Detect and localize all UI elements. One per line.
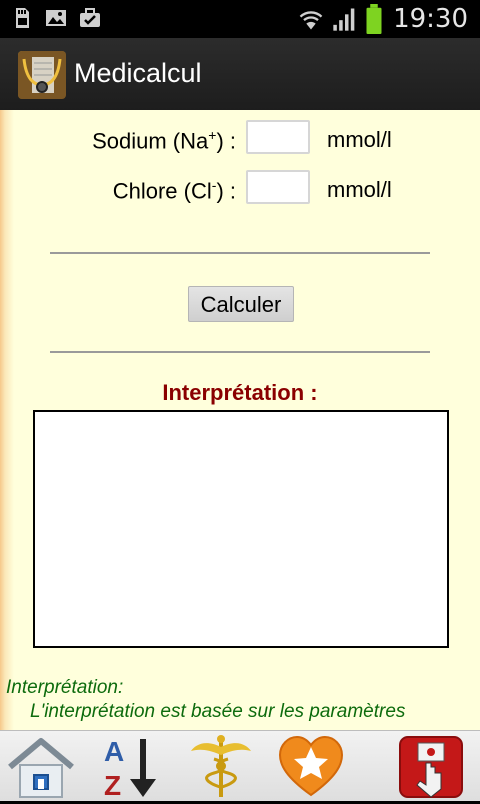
calculate-button[interactable]: Calculer [188,286,294,322]
sodium-input[interactable] [246,120,310,154]
stethoscope-logo-icon[interactable] [18,51,66,99]
chlore-input[interactable] [246,170,310,204]
svg-text:Z: Z [104,770,121,799]
interpretation-result-box [33,410,449,648]
sort-az-icon[interactable]: A Z [98,733,168,801]
sodium-label: Sodium (Na+) : [92,127,236,154]
divider-bottom [50,351,430,353]
note-text: L'interprétation est basée sur les param… [30,701,406,722]
clock: 19:30 [393,4,468,34]
app-title: Medicalcul [74,58,202,88]
divider-top [50,252,430,254]
home-icon[interactable] [6,733,76,799]
calculator-form: Sodium (Na+) : mmol/l Chlore (Cl-) : mmo… [0,110,480,730]
status-bar: 19:30 [0,0,480,38]
battery-icon [366,4,382,34]
chlore-unit: mmol/l [327,177,392,202]
wifi-icon [299,11,323,30]
sodium-unit: mmol/l [327,127,392,152]
exit-icon[interactable] [396,733,466,799]
svg-text:A: A [104,736,124,767]
image-icon [46,10,66,26]
interpretation-note: Interprétation: L'interprétation est bas… [6,676,476,724]
signal-icon [333,8,355,31]
sd-card-icon [16,8,29,28]
bottom-nav: A Z [0,730,480,801]
interpretation-title: Interprétation : [162,380,318,405]
caduceus-icon[interactable] [186,733,256,799]
note-heading: Interprétation: [6,677,124,698]
favorite-heart-icon[interactable] [276,733,346,799]
chlore-label: Chlore (Cl-) : [112,177,236,204]
action-bar: Medicalcul [0,38,480,112]
briefcase-check-icon [80,8,100,27]
